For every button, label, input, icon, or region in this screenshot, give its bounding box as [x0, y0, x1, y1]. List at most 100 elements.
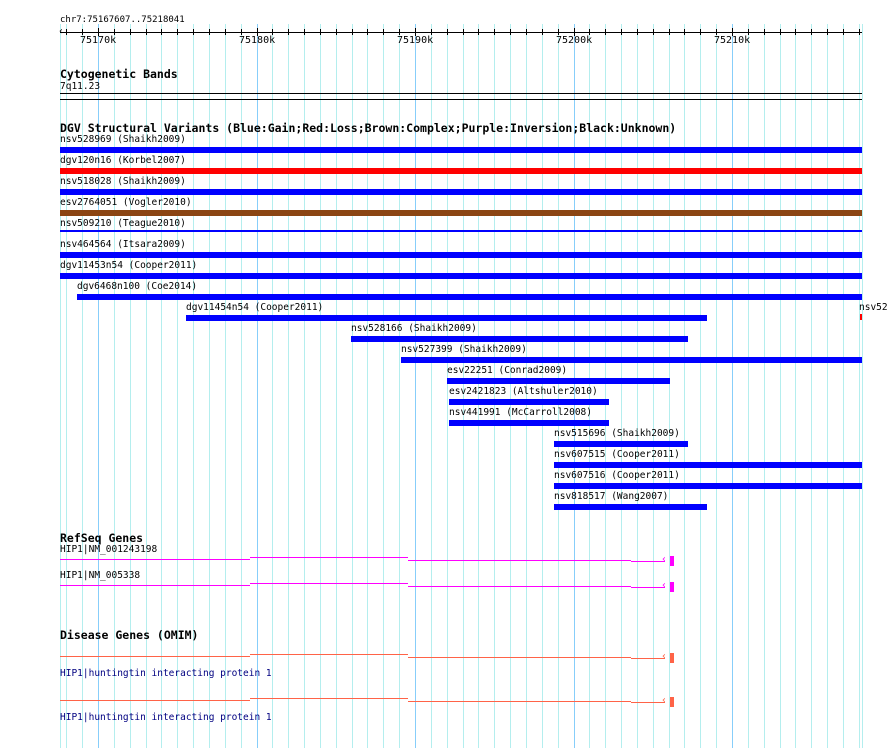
dgv-variant-label[interactable]: nsv818517 (Wang2007)	[554, 491, 668, 502]
dgv-variant-label[interactable]: esv2421823 (Altshuler2010)	[449, 386, 598, 397]
strand-arrow-icon: ‹	[661, 651, 668, 662]
dgv-title: DGV Structural Variants (Blue:Gain;Red:L…	[60, 121, 677, 135]
dgv-variant-bar[interactable]	[449, 399, 609, 405]
ruler-tick	[177, 29, 178, 35]
dgv-overflow-label[interactable]: nsv52	[859, 302, 888, 313]
ruler-tick	[320, 29, 321, 35]
dgv-variant-label[interactable]: nsv607515 (Cooper2011)	[554, 449, 680, 460]
omim-gene-intron[interactable]	[408, 657, 631, 658]
ruler-tick	[843, 29, 844, 35]
dgv-variant-label[interactable]: nsv527399 (Shaikh2009)	[401, 344, 527, 355]
ruler-tick	[288, 29, 289, 35]
omim-gene-exon[interactable]	[670, 653, 674, 663]
dgv-variant-label[interactable]: esv22251 (Conrad2009)	[447, 365, 567, 376]
grid-line	[859, 24, 860, 748]
dgv-variant-label[interactable]: dgv6468n100 (Coe2014)	[77, 281, 197, 292]
dgv-variant-bar[interactable]	[447, 378, 670, 384]
ruler-tick-label: 75200k	[556, 35, 593, 46]
ruler-tick	[780, 29, 781, 35]
dgv-variant-bar[interactable]	[554, 462, 862, 468]
dgv-overflow-bar[interactable]	[860, 314, 862, 320]
dgv-variant-bar[interactable]	[401, 357, 862, 363]
ruler-tick	[669, 29, 670, 35]
dgv-variant-bar[interactable]	[186, 315, 707, 321]
dgv-variant-bar[interactable]	[351, 336, 688, 342]
refseq-gene-label[interactable]: HIP1|NM_001243198	[60, 544, 157, 555]
refseq-gene-exon[interactable]	[670, 556, 674, 566]
ruler-tick	[146, 29, 147, 35]
ruler-tick	[621, 29, 622, 35]
refseq-gene-label[interactable]: HIP1|NM_005338	[60, 570, 140, 581]
dgv-variant-label[interactable]: dgv11454n54 (Cooper2011)	[186, 302, 323, 313]
dgv-variant-bar[interactable]	[60, 210, 862, 216]
ruler-range: chr7:75167607..75218041	[60, 15, 185, 25]
refseq-gene-intron[interactable]	[408, 560, 631, 561]
dgv-variant-bar[interactable]	[554, 483, 862, 489]
ruler-tick	[827, 29, 828, 35]
ruler-axis[interactable]	[60, 32, 862, 33]
cyto-band-label[interactable]: 7q11.23	[60, 81, 100, 92]
dgv-variant-bar[interactable]	[449, 420, 609, 426]
refseq-gene-intron[interactable]	[250, 557, 408, 558]
refseq-gene-exon[interactable]	[670, 582, 674, 592]
ruler-tick	[795, 29, 796, 35]
dgv-variant-label[interactable]: nsv464564 (Itsara2009)	[60, 239, 186, 250]
ruler-tick	[447, 29, 448, 35]
ruler-tick	[653, 29, 654, 35]
ruler-tick	[193, 29, 194, 35]
dgv-variant-label[interactable]: dgv120n16 (Korbel2007)	[60, 155, 186, 166]
ruler-tick	[367, 29, 368, 35]
omim-gene-intron[interactable]	[250, 698, 408, 699]
dgv-variant-label[interactable]: nsv607516 (Cooper2011)	[554, 470, 680, 481]
refseq-gene-intron[interactable]	[60, 585, 250, 586]
dgv-variant-bar[interactable]	[60, 147, 862, 153]
ruler-tick-label: 75210k	[714, 35, 751, 46]
refseq-gene-intron[interactable]	[631, 561, 665, 562]
omim-gene-exon[interactable]	[670, 697, 674, 707]
omim-gene-intron[interactable]	[60, 656, 250, 657]
strand-arrow-icon: ‹	[661, 580, 668, 591]
dgv-variant-label[interactable]: esv2764051 (Vogler2010)	[60, 197, 192, 208]
dgv-variant-label[interactable]: nsv518028 (Shaikh2009)	[60, 176, 186, 187]
strand-arrow-icon: ‹	[661, 554, 668, 565]
refseq-gene-intron[interactable]	[250, 583, 408, 584]
grid-line	[684, 24, 685, 748]
dgv-variant-bar[interactable]	[554, 441, 688, 447]
omim-gene-intron[interactable]	[631, 702, 665, 703]
ruler-tick	[463, 29, 464, 35]
ruler-tick	[66, 29, 67, 35]
ruler-tick	[494, 29, 495, 35]
dgv-variant-bar[interactable]	[60, 252, 862, 258]
dgv-variant-bar[interactable]	[60, 230, 862, 232]
ruler-left-arrow-icon: ‹	[58, 26, 65, 37]
dgv-variant-label[interactable]: nsv528166 (Shaikh2009)	[351, 323, 477, 334]
dgv-variant-label[interactable]: nsv509210 (Teague2010)	[60, 218, 186, 229]
ruler-tick	[478, 29, 479, 35]
cyto-band-line	[60, 99, 862, 100]
dgv-variant-label[interactable]: nsv528969 (Shaikh2009)	[60, 134, 186, 145]
omim-gene-intron[interactable]	[631, 658, 665, 659]
omim-gene-intron[interactable]	[250, 654, 408, 655]
refseq-gene-intron[interactable]	[60, 559, 250, 560]
cyto-band-line[interactable]	[60, 93, 862, 94]
ruler-tick	[225, 29, 226, 35]
refseq-gene-intron[interactable]	[408, 586, 631, 587]
grid-line	[764, 24, 765, 748]
dgv-variant-label[interactable]: nsv441991 (McCarroll2008)	[449, 407, 592, 418]
dgv-variant-label[interactable]: nsv515696 (Shaikh2009)	[554, 428, 680, 439]
dgv-variant-bar[interactable]	[60, 189, 862, 195]
ruler-tick-label: 75170k	[80, 35, 117, 46]
omim-gene-intron[interactable]	[60, 700, 250, 701]
dgv-variant-bar[interactable]	[77, 294, 862, 300]
ruler-tick	[859, 29, 860, 35]
dgv-variant-label[interactable]: dgv11453n54 (Cooper2011)	[60, 260, 197, 271]
omim-gene-label[interactable]: HIP1|huntingtin interacting protein 1	[60, 712, 272, 723]
dgv-variant-bar[interactable]	[60, 168, 862, 174]
omim-gene-intron[interactable]	[408, 701, 631, 702]
refseq-gene-intron[interactable]	[631, 587, 665, 588]
dgv-variant-bar[interactable]	[60, 273, 862, 279]
dgv-variant-bar[interactable]	[554, 504, 707, 510]
omim-gene-label[interactable]: HIP1|huntingtin interacting protein 1	[60, 668, 272, 679]
ruler-tick	[542, 29, 543, 35]
ruler-tick	[130, 29, 131, 35]
